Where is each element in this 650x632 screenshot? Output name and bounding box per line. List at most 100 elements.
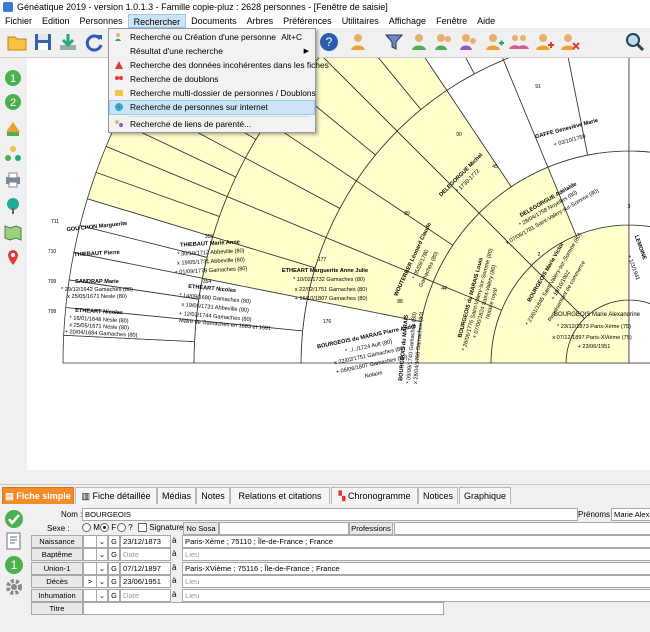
- naissance-dropdown-arrow[interactable]: ⌄: [96, 535, 108, 548]
- fan-sector-g3-4[interactable]: [628, 150, 650, 236]
- person-add-icon[interactable]: [533, 31, 555, 53]
- nososa-field[interactable]: [219, 522, 349, 535]
- menu-utilitaires[interactable]: Utilitaires: [337, 14, 384, 28]
- zoom-search-icon[interactable]: [624, 31, 646, 53]
- bapteme-place-field[interactable]: Lieu: [182, 548, 650, 562]
- deces-calendar[interactable]: G: [108, 575, 120, 589]
- bapteme-dropdown-arrow[interactable]: ⌄: [96, 548, 108, 562]
- menu-fichier[interactable]: Fichier: [0, 14, 37, 28]
- professions-field[interactable]: [394, 522, 650, 535]
- inhumation-place-field[interactable]: Lieu: [182, 588, 650, 602]
- deces-dropdown-arrow[interactable]: ⌄: [96, 575, 108, 589]
- map-pin-icon[interactable]: [3, 248, 23, 268]
- inhumation-calendar[interactable]: G: [108, 588, 120, 602]
- naissance-button[interactable]: Naissance: [31, 535, 83, 548]
- inhumation-dropdown-arrow[interactable]: ⌄: [96, 588, 108, 602]
- naissance-qualifier[interactable]: [83, 535, 97, 548]
- dd-item-incoherent-data[interactable]: Recherche des données incohérentes dans …: [110, 59, 329, 72]
- dd-item-kinship[interactable]: Recherche de liens de parenté...: [110, 118, 314, 131]
- radio-u[interactable]: [117, 523, 126, 533]
- validate-icon[interactable]: [3, 508, 25, 530]
- sexe-f-radio[interactable]: F: [100, 523, 116, 533]
- dd-item-internet-search[interactable]: Recherche de personnes sur internet: [109, 100, 315, 115]
- descendants-icon[interactable]: [3, 144, 23, 164]
- print-icon[interactable]: [3, 170, 23, 190]
- bapteme-button[interactable]: Baptême: [31, 548, 83, 562]
- titre-button[interactable]: Titre: [31, 602, 83, 615]
- menu-affichage[interactable]: Affichage: [384, 14, 431, 28]
- dd-item-search-result[interactable]: Résultat d'une recherche ▶: [110, 45, 314, 58]
- menu-documents[interactable]: Documents: [186, 14, 242, 28]
- tree-green-icon[interactable]: [3, 196, 23, 216]
- filter-icon[interactable]: [383, 31, 405, 53]
- menu-personnes[interactable]: Personnes: [75, 14, 128, 28]
- bapteme-calendar[interactable]: G: [108, 548, 120, 562]
- titre-field[interactable]: [83, 602, 444, 615]
- professions-button[interactable]: Professions: [349, 522, 393, 535]
- sexe-m-radio[interactable]: M: [82, 523, 100, 533]
- union-qualifier[interactable]: [83, 561, 97, 575]
- menu-fenetre[interactable]: Fenêtre: [431, 14, 472, 28]
- refresh-icon[interactable]: [83, 31, 105, 53]
- signature-check[interactable]: [138, 523, 147, 533]
- add-person-icon[interactable]: [483, 31, 505, 53]
- tab-graphique[interactable]: Graphique: [459, 487, 511, 505]
- naissance-date-field[interactable]: 23/12/1873: [120, 535, 171, 548]
- sexe-u-radio[interactable]: ?: [117, 523, 133, 533]
- menu-edition[interactable]: Edition: [37, 14, 75, 28]
- union-calendar[interactable]: G: [108, 561, 120, 575]
- union-dropdown-arrow[interactable]: ⌄: [96, 561, 108, 575]
- nososa-button[interactable]: No Sosa: [183, 522, 219, 535]
- union-date-field[interactable]: 07/12/1897: [120, 561, 171, 575]
- fan-sector-g1-1[interactable]: [628, 299, 650, 364]
- prenoms-field[interactable]: Marie Alexandrine: [611, 508, 650, 521]
- signature-checkbox[interactable]: Signature: [138, 523, 183, 533]
- deces-button[interactable]: Décès: [31, 575, 83, 589]
- tab-medias[interactable]: Médias: [157, 487, 196, 505]
- group-icon[interactable]: [508, 31, 530, 53]
- edit-sheet-icon[interactable]: [3, 530, 25, 552]
- generation-1-icon[interactable]: 1: [3, 68, 23, 88]
- tab-fiche-simple[interactable]: ▤ Fiche simple: [2, 487, 74, 505]
- menu-preferences[interactable]: Préférences: [278, 14, 337, 28]
- dd-item-duplicates[interactable]: Recherche de doublons: [110, 73, 314, 86]
- inhumation-button[interactable]: Inhumation: [31, 588, 83, 602]
- generation-2-icon[interactable]: 2: [3, 92, 23, 112]
- radio-m[interactable]: [82, 523, 91, 533]
- map-icon[interactable]: [3, 222, 23, 242]
- naissance-calendar[interactable]: G: [108, 535, 120, 548]
- download-icon[interactable]: [57, 31, 79, 53]
- dd-item-search-create[interactable]: Recherche ou Création d'une personne Alt…: [110, 31, 314, 44]
- menu-arbres[interactable]: Arbres: [242, 14, 279, 28]
- add-child-icon[interactable]: [458, 31, 480, 53]
- menu-rechercher[interactable]: Rechercher: [127, 14, 187, 28]
- person-menu-icon[interactable]: [348, 31, 370, 53]
- tab-fiche-detaillee[interactable]: ▥ Fiche détaillée: [75, 487, 157, 505]
- tab-notes[interactable]: Notes: [196, 487, 230, 505]
- union-button[interactable]: Union-1: [31, 561, 83, 575]
- tree-view-icon[interactable]: [3, 118, 23, 138]
- dd-item-multi-folder[interactable]: Recherche multi-dossier de personnes / D…: [110, 87, 316, 100]
- radio-f[interactable]: [100, 523, 109, 533]
- add-spouse-icon[interactable]: [433, 31, 455, 53]
- number-one-icon[interactable]: 1: [3, 554, 25, 576]
- open-folder-icon[interactable]: [6, 31, 28, 53]
- deces-qualifier[interactable]: >: [83, 575, 97, 589]
- inhumation-qualifier[interactable]: [83, 588, 97, 602]
- inhumation-date-field[interactable]: Date: [120, 588, 171, 602]
- help-icon[interactable]: ?: [318, 31, 340, 53]
- tab-chronogramme[interactable]: ▚ Chronogramme: [331, 487, 418, 505]
- settings-gear-icon[interactable]: [3, 576, 25, 598]
- nom-field[interactable]: BOURGEOIS: [82, 508, 578, 521]
- union-place-field[interactable]: Paris-XVième ; 75116 ; Île-de-France ; F…: [182, 561, 650, 575]
- deces-date-field[interactable]: 23/06/1951: [120, 575, 171, 589]
- tab-notices[interactable]: Notices: [418, 487, 458, 505]
- bapteme-qualifier[interactable]: [83, 548, 97, 562]
- save-icon[interactable]: [32, 31, 54, 53]
- menu-aide[interactable]: Aide: [472, 14, 500, 28]
- fan-sector-g4-8[interactable]: [628, 58, 650, 155]
- tab-relations-citations[interactable]: Relations et citations: [230, 487, 330, 505]
- add-parent-icon[interactable]: [408, 31, 430, 53]
- naissance-place-field[interactable]: Paris-Xème ; 75110 ; Île-de-France ; Fra…: [182, 535, 650, 548]
- bapteme-date-field[interactable]: Date: [120, 548, 171, 562]
